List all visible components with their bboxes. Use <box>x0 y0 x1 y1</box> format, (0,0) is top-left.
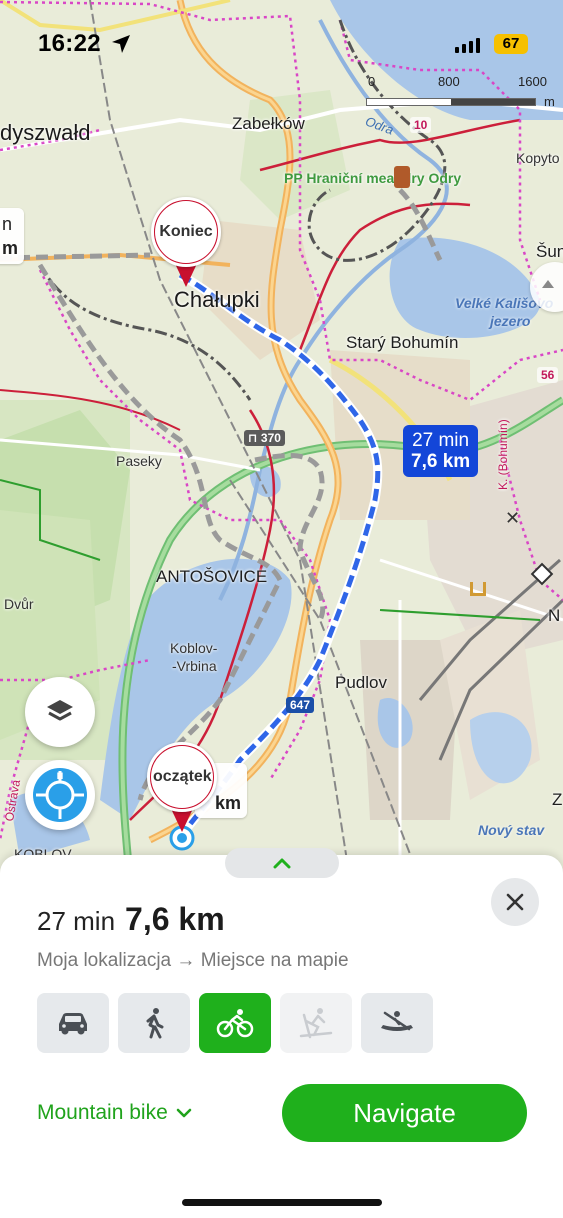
place-label-zabelkow: Zabełków <box>232 114 305 133</box>
road-shield-10: 10 <box>410 117 432 133</box>
place-label-z-edge: Z <box>552 790 563 809</box>
route-bubble-time: 27 min <box>412 430 470 451</box>
route-profile-label: Mountain bike <box>37 1101 168 1124</box>
close-route-button[interactable] <box>491 878 539 926</box>
place-label-dvur: Dvůr <box>4 596 34 612</box>
place-label-chalupki: Chałupki <box>174 287 260 312</box>
mode-car-button[interactable] <box>37 993 109 1053</box>
place-label-pudlov: Pudlov <box>335 673 387 692</box>
start-pin-label: oczątek <box>151 746 213 808</box>
start-distance-card-text: km <box>215 793 242 813</box>
place-label-koblov-vrbina-2: -Vrbina <box>172 658 217 674</box>
bench-poi-icon[interactable] <box>470 582 486 596</box>
bike-icon <box>216 1009 254 1038</box>
road-shield-56: 56 <box>537 367 559 383</box>
place-label-stary-bohumin: Starý Bohumín <box>346 333 459 352</box>
route-to: Miejsce na mapie <box>200 950 349 971</box>
route-arrow: → <box>176 950 196 971</box>
svg-text:N: N <box>57 771 64 781</box>
ski-icon <box>299 1008 333 1039</box>
place-label-k-bohumin: K. (Bohumín) <box>496 419 510 490</box>
place-label-nature-reserve: PP Hraniční meandry Odry <box>284 170 462 186</box>
my-location-button[interactable]: N <box>25 760 95 830</box>
start-pin-head: oczątek <box>147 742 217 812</box>
status-time: 16:22 <box>38 30 101 57</box>
place-label-sun: Šun <box>536 242 563 261</box>
layers-icon <box>47 700 73 721</box>
route-bubble-distance: 7,6 km <box>411 451 471 472</box>
mode-bike-button[interactable] <box>199 993 271 1053</box>
navigate-button[interactable]: Navigate <box>282 1084 527 1142</box>
offscreen-route-card-line2: m <box>2 238 19 258</box>
road-shield-370: ⊓ 370 <box>244 430 285 446</box>
location-services-icon <box>112 35 130 53</box>
battery-indicator: 67 <box>494 34 528 54</box>
route-info-bubble[interactable]: 27 min 7,6 km <box>403 425 479 477</box>
place-label-n-edge: N <box>548 606 561 625</box>
offscreen-route-card-line1: n <box>2 214 13 234</box>
route-profile-dropdown[interactable]: Mountain bike <box>37 1101 192 1125</box>
cellular-signal-icon <box>455 38 480 53</box>
close-icon <box>506 893 524 911</box>
castle-poi-icon[interactable] <box>394 166 410 188</box>
car-icon <box>59 1013 87 1035</box>
highway-icon: ⊓ <box>248 431 261 445</box>
chevron-down-icon <box>176 1108 192 1118</box>
route-summary: 27 min 7,6 km <box>37 901 225 938</box>
route-distance: 7,6 km <box>125 901 225 937</box>
end-pin-label: Koniec <box>155 201 217 263</box>
place-label-kopyto: Kopyto <box>516 150 560 166</box>
mode-walk-button[interactable] <box>118 993 190 1053</box>
home-indicator[interactable] <box>182 1199 382 1206</box>
mode-ski-button[interactable] <box>280 993 352 1053</box>
place-label-dyszwald: dyszwałd <box>0 120 91 145</box>
place-label-paseky: Paseky <box>116 453 162 469</box>
compass-location-icon: N <box>33 768 87 822</box>
lake-label-jezero: jezero <box>490 313 531 329</box>
end-pin[interactable]: Koniec <box>151 197 221 289</box>
map-scale-bar: 0 800 1600 m <box>366 74 555 114</box>
lake-label-novy-stav: Nový stav <box>478 822 545 838</box>
start-pin[interactable]: oczątek <box>147 742 217 834</box>
route-from: Moja lokalizacja <box>37 950 172 971</box>
road-shield-647: 647 <box>286 697 315 713</box>
mode-kayak-button[interactable] <box>361 993 433 1053</box>
map-view[interactable]: dyszwałd Zabełków PP Hraniční meandry Od… <box>0 0 563 880</box>
route-duration: 27 min <box>37 906 116 936</box>
scale-tick-1600: 1600 <box>518 74 547 89</box>
arrow-up-icon <box>542 280 554 288</box>
place-label-antosovice: ANTOŠOVICE <box>156 567 268 586</box>
route-endpoints: Moja lokalizacja → Miejsce na mapie <box>37 950 349 972</box>
scale-tick-0: 0 <box>368 74 376 89</box>
kayak-icon <box>381 1011 413 1031</box>
crossing-poi-icon: ✕ <box>505 508 521 528</box>
sheet-expand-handle[interactable] <box>225 848 339 878</box>
scale-tick-800: 800 <box>438 74 460 89</box>
scale-unit: m <box>544 94 555 109</box>
chevron-up-icon <box>273 858 291 869</box>
walk-icon <box>146 1008 164 1039</box>
transport-mode-selector <box>37 993 433 1053</box>
route-bottom-sheet: 27 min 7,6 km Moja lokalizacja → Miejsce… <box>0 848 563 1218</box>
map-layers-button[interactable] <box>25 677 95 747</box>
road-shield-370-number: 370 <box>260 431 281 445</box>
offscreen-route-card[interactable]: n m <box>0 208 25 264</box>
scale-bar-graphic <box>366 98 536 106</box>
place-label-koblov-vrbina-1: Koblov- <box>170 640 218 656</box>
end-pin-head: Koniec <box>151 197 221 267</box>
